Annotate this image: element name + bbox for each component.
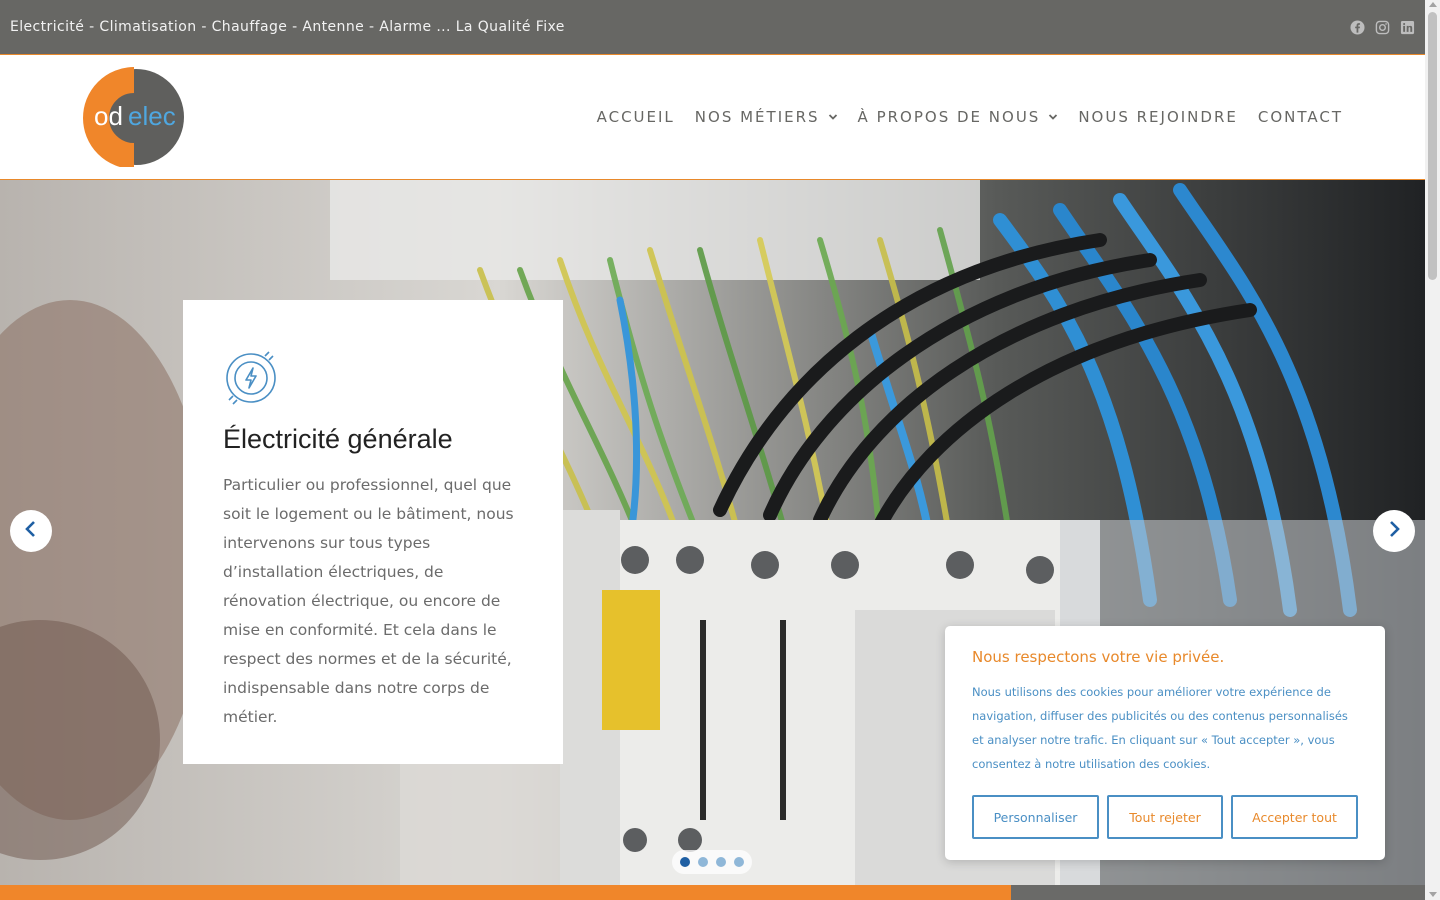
nav-contact[interactable]: CONTACT (1258, 108, 1343, 126)
nav-label: ACCUEIL (596, 108, 675, 126)
slider-pagination (672, 850, 752, 874)
top-bar: Electricité - Climatisation - Chauffage … (0, 0, 1425, 55)
card-description: Particulier ou professionnel, quel que s… (223, 476, 514, 726)
reject-all-button[interactable]: Tout rejeter (1107, 795, 1223, 839)
page-scrollbar[interactable] (1425, 0, 1440, 900)
nav-label: À PROPOS DE NOUS (857, 108, 1041, 126)
nav-accueil[interactable]: ACCUEIL (597, 108, 675, 126)
instagram-icon[interactable] (1375, 20, 1390, 35)
cookie-actions: Personnaliser Tout rejeter Accepter tout (972, 795, 1358, 839)
linkedin-icon[interactable] (1400, 20, 1415, 35)
nav-label: CONTACT (1257, 108, 1343, 126)
site-header: od elec ACCUEIL NOS MÉTIERS À PROPOS DE … (0, 55, 1425, 180)
chevron-down-icon (828, 112, 838, 122)
cookie-description: Nous utilisons des cookies pour améliore… (972, 685, 1348, 771)
facebook-icon[interactable] (1350, 19, 1365, 35)
nav-nos-metiers[interactable]: NOS MÉTIERS (695, 108, 838, 126)
main-nav: ACCUEIL NOS MÉTIERS À PROPOS DE NOUS NOU… (597, 55, 1343, 179)
slider-dot[interactable] (680, 857, 690, 867)
service-card: Électricité générale Particulier ou prof… (183, 300, 563, 764)
logo-text-suffix: elec (128, 101, 176, 131)
slider-dot[interactable] (698, 857, 708, 867)
nav-label: NOS MÉTIERS (694, 108, 820, 126)
tagline: Electricité - Climatisation - Chauffage … (10, 19, 565, 35)
electric-plug-icon (223, 350, 279, 406)
customize-button[interactable]: Personnaliser (972, 795, 1099, 839)
chevron-right-icon (1384, 519, 1404, 543)
slider-next-button[interactable] (1373, 510, 1415, 552)
bottom-strip-orange (0, 885, 1011, 900)
chevron-left-icon (21, 519, 41, 543)
slider-dot[interactable] (734, 857, 744, 867)
bottom-strip-gray (1011, 885, 1425, 900)
scrollbar-thumb[interactable] (1428, 12, 1437, 280)
logo-text-prefix: od (94, 101, 123, 131)
scroll-up-arrow-icon[interactable] (1428, 2, 1437, 7)
card-title: Électricité générale (223, 424, 453, 454)
codelec-logo[interactable]: od elec (72, 67, 186, 169)
slider-prev-button[interactable] (10, 510, 52, 552)
slider-dot[interactable] (716, 857, 726, 867)
nav-label: NOUS REJOINDRE (1078, 108, 1238, 126)
accept-all-button[interactable]: Accepter tout (1231, 795, 1358, 839)
scroll-down-arrow-icon[interactable] (1428, 892, 1437, 897)
nav-a-propos[interactable]: À PROPOS DE NOUS (858, 108, 1059, 126)
nav-nous-rejoindre[interactable]: NOUS REJOINDRE (1078, 108, 1238, 126)
cookie-consent-banner: Nous respectons votre vie privée. Nous u… (945, 626, 1385, 860)
social-links (1350, 19, 1415, 35)
chevron-down-icon (1048, 112, 1058, 122)
cookie-title: Nous respectons votre vie privée. (972, 648, 1225, 666)
